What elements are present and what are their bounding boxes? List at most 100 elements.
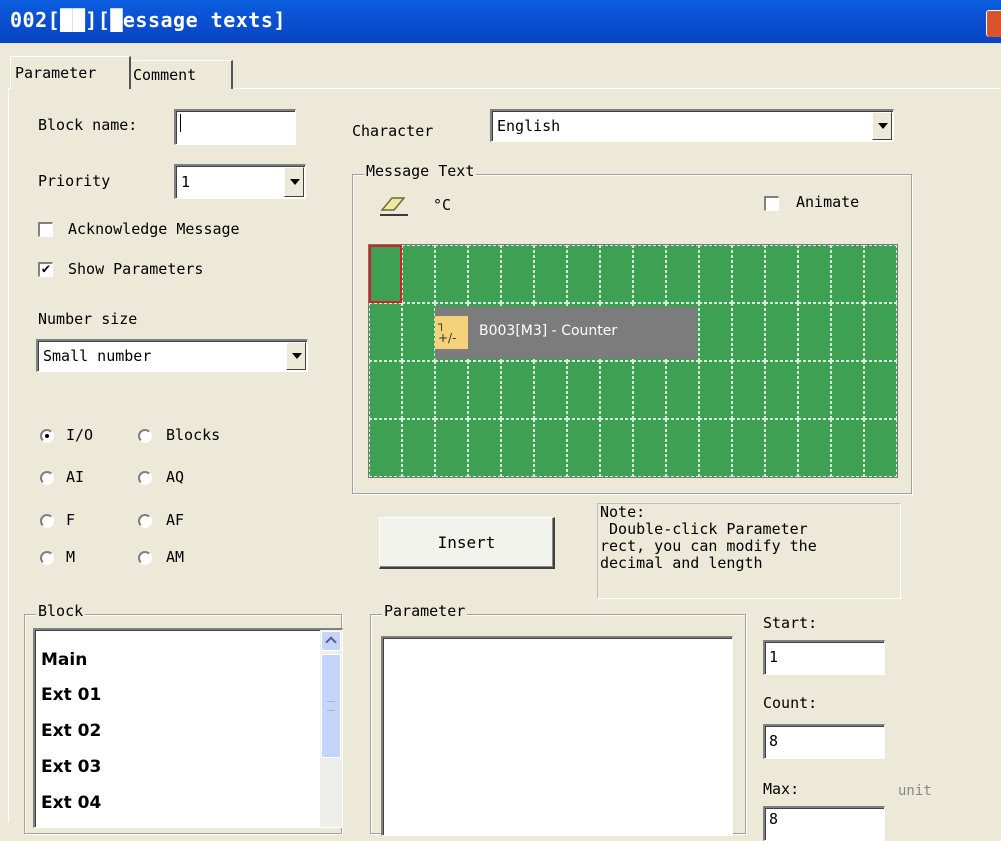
radio-io[interactable]	[40, 429, 54, 443]
display-cell[interactable]	[567, 361, 600, 419]
display-cell[interactable]	[798, 419, 831, 477]
list-item[interactable]: Ext 03	[41, 757, 101, 777]
list-item[interactable]: Ext 04	[41, 793, 101, 813]
message-text-display[interactable]: ┐ +/- B003[M3] - Counter	[368, 244, 898, 478]
parameter-list[interactable]	[381, 636, 733, 836]
display-cell[interactable]	[369, 419, 402, 477]
display-cell[interactable]	[435, 419, 468, 477]
display-cell[interactable]	[468, 419, 501, 477]
radio-blocks[interactable]	[138, 429, 152, 443]
display-cell[interactable]	[567, 419, 600, 477]
list-item[interactable]: Ext 02	[41, 721, 101, 741]
display-cell[interactable]	[435, 245, 468, 303]
display-cell[interactable]	[765, 361, 798, 419]
display-cell[interactable]	[765, 419, 798, 477]
display-cell[interactable]	[864, 303, 897, 361]
display-cell[interactable]	[798, 245, 831, 303]
radio-f[interactable]	[40, 514, 54, 528]
block-name-input[interactable]	[174, 109, 296, 145]
display-cell[interactable]	[468, 245, 501, 303]
display-cell[interactable]	[798, 361, 831, 419]
selected-cell[interactable]	[369, 245, 402, 303]
number-size-select[interactable]: Small number	[36, 339, 308, 372]
scroll-up-icon[interactable]	[321, 631, 341, 651]
insert-button[interactable]: Insert	[379, 517, 555, 569]
display-cell[interactable]	[831, 303, 864, 361]
tab-parameter[interactable]: Parameter	[10, 56, 131, 89]
radio-aq-label: AQ	[166, 468, 185, 486]
start-input[interactable]: 1	[763, 640, 885, 675]
display-cell[interactable]	[864, 245, 897, 303]
display-cell[interactable]	[666, 245, 699, 303]
display-cell[interactable]	[732, 303, 765, 361]
chevron-down-icon[interactable]	[286, 342, 306, 370]
radio-m-label: M	[66, 548, 76, 566]
display-cell[interactable]	[765, 245, 798, 303]
chevron-down-icon[interactable]	[872, 112, 892, 140]
radio-m[interactable]	[40, 551, 54, 565]
parameter-chip[interactable]: ┐ +/- B003[M3] - Counter	[435, 307, 697, 359]
radio-aq[interactable]	[138, 471, 152, 485]
display-cell[interactable]	[666, 361, 699, 419]
scrollbar[interactable]	[320, 630, 342, 827]
display-cell[interactable]	[402, 245, 435, 303]
close-button[interactable]	[986, 10, 1001, 37]
display-cell[interactable]	[666, 419, 699, 477]
display-cell[interactable]	[369, 303, 402, 361]
show-parameters-label: Show Parameters	[68, 260, 204, 278]
display-cell[interactable]	[831, 361, 864, 419]
display-cell[interactable]	[600, 419, 633, 477]
max-input[interactable]: 8	[763, 806, 885, 841]
display-cell[interactable]	[699, 361, 732, 419]
show-parameters-checkbox[interactable]: ✔	[38, 262, 53, 277]
display-cell[interactable]	[501, 361, 534, 419]
display-cell[interactable]	[501, 419, 534, 477]
eraser-icon[interactable]	[378, 194, 412, 218]
display-cell[interactable]	[633, 245, 666, 303]
priority-select[interactable]: 1	[174, 164, 306, 199]
display-cell[interactable]	[402, 303, 435, 361]
note-line: Note:	[600, 503, 646, 521]
display-cell[interactable]	[765, 303, 798, 361]
display-cell[interactable]	[633, 361, 666, 419]
radio-am[interactable]	[138, 551, 152, 565]
display-cell[interactable]	[567, 245, 600, 303]
display-cell[interactable]	[369, 361, 402, 419]
block-list[interactable]: Main Ext 01 Ext 02 Ext 03 Ext 04	[33, 628, 343, 828]
list-item[interactable]: Main	[41, 650, 87, 670]
count-input[interactable]: 8	[763, 724, 885, 759]
display-cell[interactable]	[402, 361, 435, 419]
display-cell[interactable]	[864, 419, 897, 477]
display-cell[interactable]	[732, 419, 765, 477]
list-item[interactable]: Ext 01	[41, 685, 101, 705]
display-cell[interactable]	[831, 245, 864, 303]
display-cell[interactable]	[699, 245, 732, 303]
display-cell[interactable]	[732, 245, 765, 303]
display-cell[interactable]	[699, 303, 732, 361]
display-cell[interactable]	[600, 361, 633, 419]
display-cell[interactable]	[732, 361, 765, 419]
display-cell[interactable]	[633, 419, 666, 477]
character-select[interactable]: English	[490, 109, 894, 142]
tab-comment[interactable]: Comment	[128, 60, 233, 89]
animate-checkbox[interactable]	[764, 196, 779, 211]
display-cell[interactable]	[501, 245, 534, 303]
display-cell[interactable]	[402, 419, 435, 477]
radio-ai[interactable]	[40, 471, 54, 485]
acknowledge-checkbox[interactable]	[38, 222, 53, 237]
counter-icon-text: +/-	[438, 331, 457, 345]
display-cell[interactable]	[534, 419, 567, 477]
display-cell[interactable]	[864, 361, 897, 419]
display-cell[interactable]	[600, 245, 633, 303]
display-cell[interactable]	[468, 361, 501, 419]
display-cell[interactable]	[798, 303, 831, 361]
display-cell[interactable]	[435, 361, 468, 419]
degree-celsius-button[interactable]: °C	[433, 196, 451, 214]
display-cell[interactable]	[831, 419, 864, 477]
scroll-thumb[interactable]	[321, 654, 341, 758]
display-cell[interactable]	[699, 419, 732, 477]
radio-af[interactable]	[138, 514, 152, 528]
display-cell[interactable]	[534, 245, 567, 303]
chevron-down-icon[interactable]	[284, 167, 304, 197]
display-cell[interactable]	[534, 361, 567, 419]
